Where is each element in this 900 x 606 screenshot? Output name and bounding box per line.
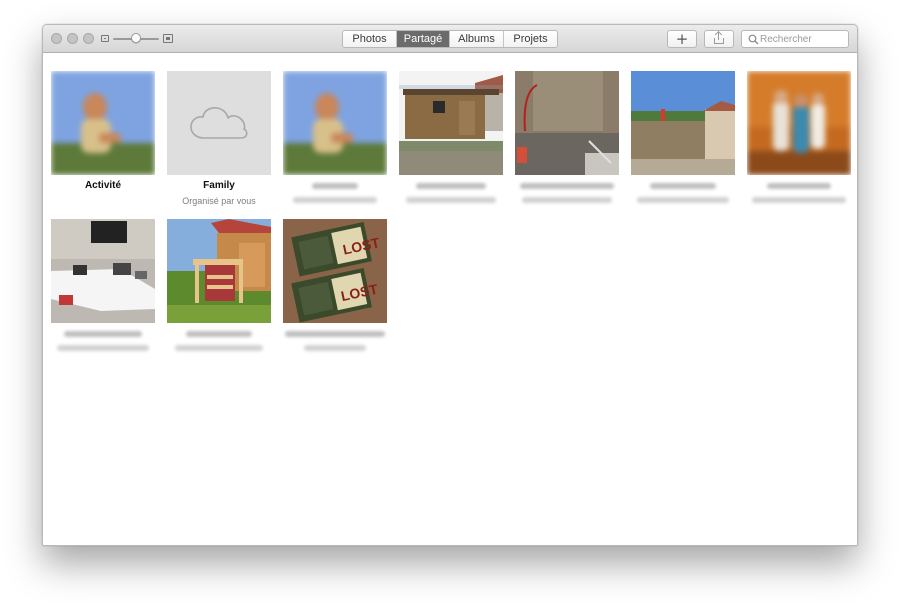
view-tabs: Photos Partagé Albums Projets	[342, 30, 558, 48]
zoom-out-icon[interactable]	[101, 35, 109, 42]
search-icon	[748, 34, 759, 45]
photo-stone-wall	[515, 71, 619, 175]
search-field[interactable]: Rechercher	[741, 30, 849, 48]
add-button[interactable]: +	[667, 30, 697, 48]
album-activity[interactable]: Activité	[51, 71, 155, 194]
shared-album[interactable]	[631, 71, 735, 203]
tab-photos[interactable]: Photos	[343, 31, 397, 47]
photo-dvd-boxes: LOST LOST	[283, 219, 387, 323]
zoom-slider-knob[interactable]	[131, 33, 141, 43]
zoom-in-icon[interactable]	[163, 34, 173, 43]
photo-wooden-house	[167, 219, 271, 323]
photo-office-desk	[51, 219, 155, 323]
album-thumbnail	[399, 71, 503, 175]
album-title: Family	[203, 180, 235, 191]
fullscreen-window-button[interactable]	[83, 33, 94, 44]
album-thumbnail	[747, 71, 851, 175]
search-placeholder: Rechercher	[760, 33, 812, 45]
album-title: Activité	[84, 180, 122, 191]
close-window-button[interactable]	[51, 33, 62, 44]
shared-album[interactable]	[283, 71, 387, 203]
plus-icon: +	[675, 29, 689, 48]
album-thumbnail	[51, 219, 155, 323]
album-thumbnail	[167, 71, 271, 175]
shared-album[interactable]: LOST LOST	[283, 219, 387, 351]
album-thumbnail	[51, 71, 155, 175]
shared-grid: Activité Family Organisé par vous LOST L…	[43, 53, 857, 545]
share-button[interactable]	[704, 30, 734, 48]
screen: Photos Partagé Albums Projets + Recherch…	[0, 0, 900, 606]
photo-child-portrait	[283, 71, 387, 175]
toolbar: Photos Partagé Albums Projets + Recherch…	[43, 25, 857, 53]
tab-projects[interactable]: Projets	[504, 31, 557, 47]
photos-window: Photos Partagé Albums Projets + Recherch…	[42, 24, 858, 546]
photo-garden-wall	[631, 71, 735, 175]
album-thumbnail: LOST LOST	[283, 219, 387, 323]
shared-album[interactable]	[399, 71, 503, 203]
photo-child-portrait	[51, 71, 155, 175]
tab-shared[interactable]: Partagé	[397, 31, 450, 47]
album-thumbnail	[631, 71, 735, 175]
tab-albums[interactable]: Albums	[450, 31, 504, 47]
album-thumbnail	[515, 71, 619, 175]
minimize-window-button[interactable]	[67, 33, 78, 44]
album-subtitle: Organisé par vous	[182, 196, 256, 206]
shared-album[interactable]	[747, 71, 851, 203]
album-family[interactable]: Family Organisé par vous	[167, 71, 271, 206]
cloud-icon	[190, 107, 248, 139]
album-thumbnail	[283, 71, 387, 175]
shared-album[interactable]	[515, 71, 619, 203]
share-icon	[714, 30, 724, 44]
photo-children-group	[747, 71, 851, 175]
shared-album[interactable]	[51, 219, 155, 351]
photo-wooden-shed	[399, 71, 503, 175]
shared-album[interactable]	[167, 219, 271, 351]
album-thumbnail	[167, 219, 271, 323]
